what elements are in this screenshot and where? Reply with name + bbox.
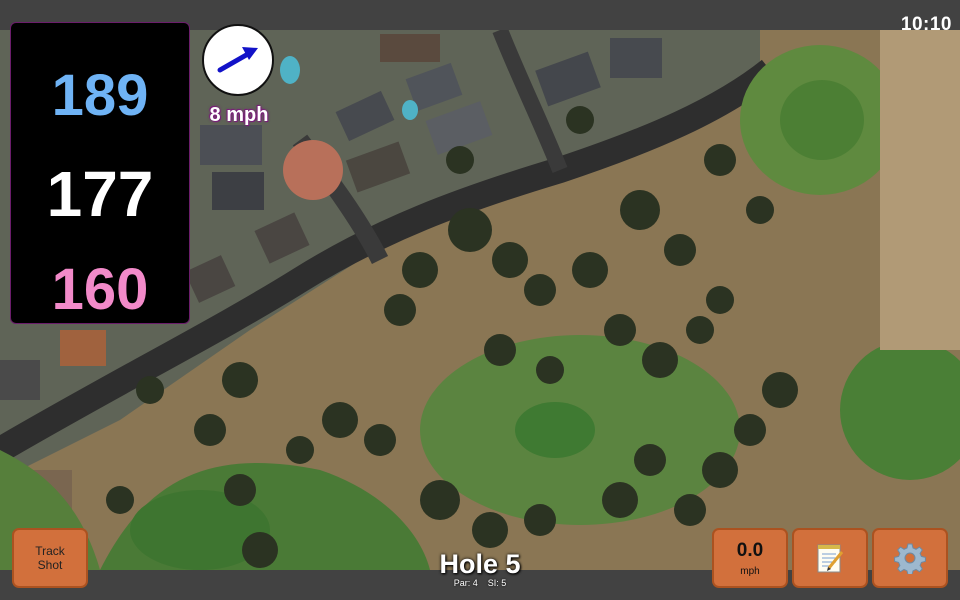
wind-speed-unit: mph xyxy=(740,565,760,577)
back-of-green-distance: 189 xyxy=(51,63,149,128)
wind-speed-value: 0.0 xyxy=(736,539,764,561)
track-shot-label-line2: Shot xyxy=(37,558,63,572)
notepad-icon xyxy=(817,544,844,573)
settings-button[interactable] xyxy=(872,528,948,588)
wind-direction-arrow-icon xyxy=(217,47,258,73)
track-shot-button[interactable]: Track Shot xyxy=(12,528,88,588)
wind-speed-label: 8 mph xyxy=(209,104,269,126)
wind-speed-button[interactable]: 0.0 mph xyxy=(712,528,788,588)
hole-info: Par: 4 SI: 5 xyxy=(380,578,580,588)
gear-icon xyxy=(894,543,926,574)
hole-stroke-index: SI: 5 xyxy=(487,578,507,588)
center-of-green-distance: 177 xyxy=(46,158,154,230)
distance-panel: 189 177 160 xyxy=(10,22,190,324)
clock: 10:10 xyxy=(900,14,952,35)
front-of-green-distance: 160 xyxy=(51,257,149,322)
track-shot-label-line1: Track xyxy=(35,544,65,558)
hole-par: Par: 4 xyxy=(453,578,478,588)
hole-title: Hole 5 xyxy=(439,549,521,579)
wind-indicator[interactable] xyxy=(202,24,274,96)
notes-button[interactable] xyxy=(792,528,868,588)
